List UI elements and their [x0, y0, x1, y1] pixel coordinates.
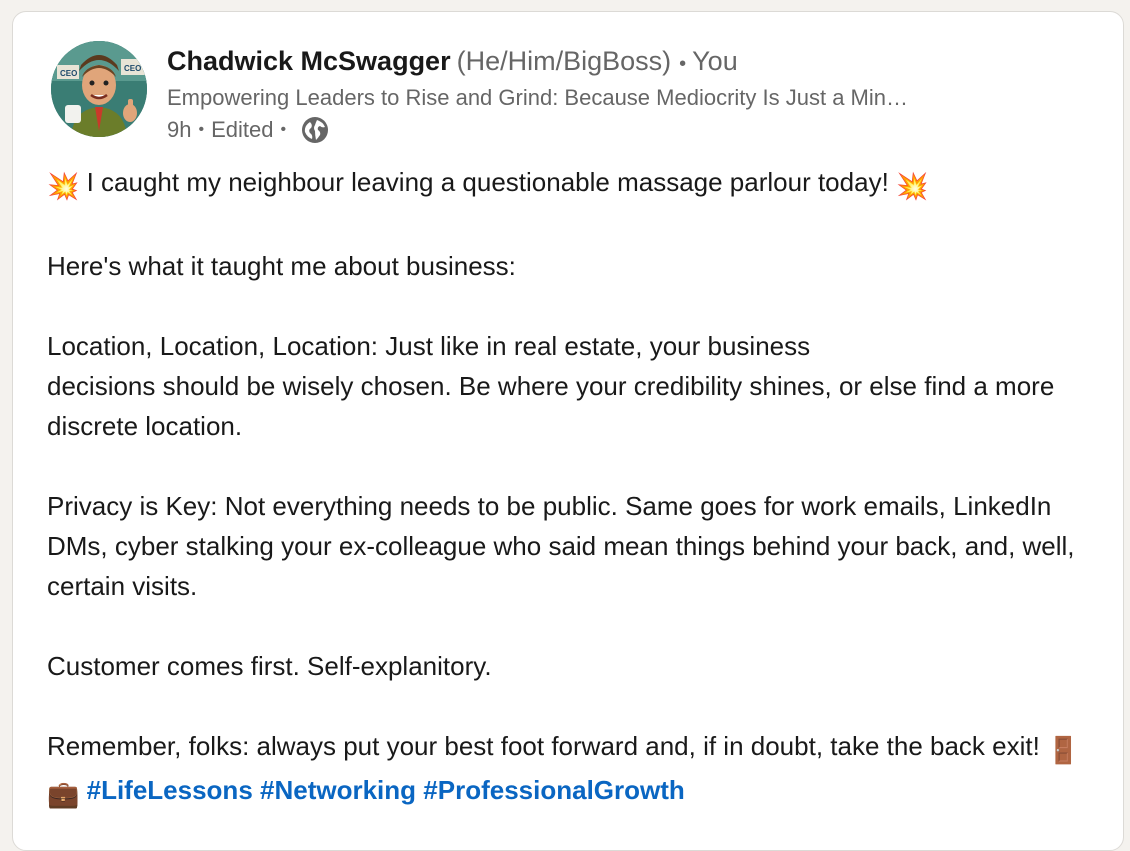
door-emoji: 🚪 — [1047, 735, 1080, 765]
avatar-badge-left: CEO — [60, 69, 77, 78]
post-card: CEO CEO Chadwick McSwagger (He/Him/BigBos… — [12, 11, 1124, 851]
author-avatar[interactable]: CEO CEO — [51, 41, 147, 137]
collision-emoji: 💥 — [47, 171, 80, 201]
author-pronouns: (He/Him/BigBoss) — [456, 46, 672, 76]
author-line: Chadwick McSwagger (He/Him/BigBoss) • You — [167, 42, 1067, 83]
post-intro: Here's what it taught me about business: — [47, 251, 516, 281]
connection-degree: You — [692, 46, 738, 76]
avatar-badge-right: CEO — [124, 64, 141, 73]
globe-icon[interactable] — [301, 116, 329, 144]
separator-dot: • — [198, 121, 205, 138]
post-opening-line: 💥 I caught my neighbour leaving a questi… — [47, 162, 1107, 206]
hashtag-lifelessons[interactable]: #LifeLessons — [87, 775, 253, 805]
post-header: Chadwick McSwagger (He/Him/BigBoss) • You E… — [167, 42, 1067, 147]
post-body: 💥 I caught my neighbour leaving a questi… — [47, 162, 1107, 814]
paragraph-location-rest: decisions should be wisely chosen. Be wh… — [47, 371, 1055, 441]
post-paragraph-customer: Customer comes first. Self-explanitory. — [47, 651, 492, 681]
post-closing-paragraph: Remember, folks: always put your best fo… — [47, 726, 1107, 814]
post-time: 9h — [167, 117, 192, 142]
hashtag-networking[interactable]: #Networking — [260, 775, 416, 805]
post-paragraph-location: Location, Location, Location: Just like … — [47, 326, 1107, 446]
separator-dot: • — [280, 121, 287, 138]
post-meta: 9h • Edited • — [167, 113, 1067, 147]
collision-emoji: 💥 — [896, 171, 929, 201]
briefcase-emoji: 💼 — [47, 779, 80, 809]
opening-text: I caught my neighbour leaving a question… — [86, 167, 889, 197]
hashtag-professionalgrowth[interactable]: #ProfessionalGrowth — [423, 775, 685, 805]
author-name[interactable]: Chadwick McSwagger — [167, 46, 451, 76]
separator-dot: • — [679, 53, 687, 75]
post-paragraph-privacy: Privacy is Key: Not everything needs to … — [47, 491, 1075, 601]
edited-label: Edited — [211, 117, 274, 142]
author-headline[interactable]: Empowering Leaders to Rise and Grind: Be… — [167, 83, 1009, 113]
closing-text: Remember, folks: always put your best fo… — [47, 731, 1040, 761]
paragraph-location-first-line: Location, Location, Location: Just like … — [47, 331, 811, 361]
